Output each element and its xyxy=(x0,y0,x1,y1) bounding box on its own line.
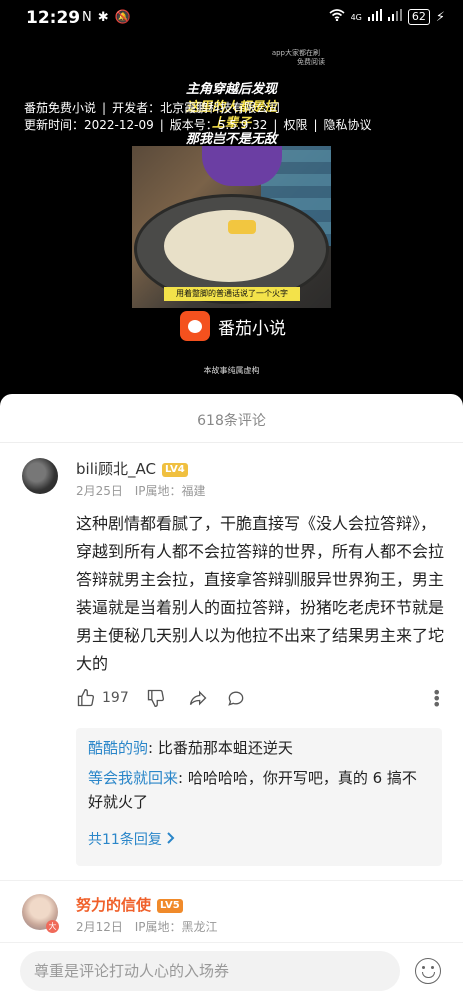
reply-button[interactable] xyxy=(226,688,246,708)
signal-icon xyxy=(367,9,382,25)
thumbs-up-icon xyxy=(77,688,95,707)
comment-meta: 2月12日 IP属地：黑龙江 xyxy=(76,918,218,935)
view-more-replies-link[interactable]: 共11条回复 xyxy=(88,828,176,852)
egg xyxy=(228,220,256,234)
status-bar: 12:29 N ✱ 🔕 4G 62 ⚡ xyxy=(0,0,463,36)
wifi-icon xyxy=(329,9,345,25)
status-right-icons: 4G 62 ⚡ xyxy=(329,9,445,25)
comment-input-bar: 尊重是评论打动人心的入场券 xyxy=(0,942,463,1000)
permissions-link[interactable]: 权限 xyxy=(283,118,307,132)
level-badge: LV5 xyxy=(157,899,183,913)
more-options-icon[interactable]: • • • xyxy=(432,685,441,713)
network-type: 4G xyxy=(350,12,362,22)
comments-count-title: 618条评论 xyxy=(197,413,266,429)
comment-bubble-icon xyxy=(228,691,244,706)
like-button[interactable]: 197 xyxy=(76,688,129,708)
reply-author[interactable]: 酷酷的驹 xyxy=(88,739,148,757)
thumbs-down-icon xyxy=(147,689,165,708)
reply-item[interactable]: 酷酷的驹: 比番茄那本蛆还逆天 xyxy=(88,736,430,760)
brand-disclaimer: 本故事纯属虚构 xyxy=(203,366,260,375)
watermark-text-2: 免费阅读 xyxy=(297,58,325,66)
privacy-link[interactable]: 隐私协议 xyxy=(324,118,372,132)
avatar[interactable] xyxy=(22,458,58,494)
video-player[interactable]: app大家都在刷 免费阅读 主角穿越后发现 这里的人都是拉 上辈子 那我岂不是无… xyxy=(0,36,463,394)
brand-name: 番茄小说 xyxy=(218,318,286,339)
app-developer: 开发者：北京霞鹏科技有限公司 xyxy=(112,101,281,115)
comment-date: 2月12日 xyxy=(76,920,123,934)
bluetooth-icon: ✱ xyxy=(97,10,109,25)
reply-item[interactable]: 等会我就回来: 哈哈哈哈，你开写吧，真的 6 搞不好就火了 xyxy=(88,766,430,814)
video-frame-image xyxy=(132,146,331,308)
comment-ip: IP属地：黑龙江 xyxy=(134,920,218,934)
chevron-right-icon xyxy=(166,832,176,848)
charging-icon: ⚡ xyxy=(435,9,445,25)
nfc-icon: N xyxy=(82,10,92,25)
video-subtitle: 用着蹩脚的普通话说了一个火字 xyxy=(164,287,300,301)
comment-body[interactable]: 这种剧情都看腻了，干脆直接写《没人会拉答辩》，穿越到所有人都不会拉答辩的世界，所… xyxy=(76,510,446,678)
signal-icon-2 xyxy=(387,9,402,25)
cook-sleeve xyxy=(202,146,282,186)
comment-ip: IP属地：福建 xyxy=(134,484,206,498)
comment-input[interactable]: 尊重是评论打动人心的入场券 xyxy=(20,951,400,991)
fanqie-logo-icon xyxy=(180,311,210,341)
replies-box: 酷酷的驹: 比番茄那本蛆还逆天 等会我就回来: 哈哈哈哈，你开写吧，真的 6 搞… xyxy=(76,728,442,866)
divider xyxy=(0,880,463,881)
app-info-overlay: 番茄免费小说 | 开发者：北京霞鹏科技有限公司 更新时间：2022-12-09 | 版本… xyxy=(24,101,372,132)
reply-text: 比番茄那本蛆还逆天 xyxy=(157,739,293,757)
comment-date: 2月25日 xyxy=(76,484,123,498)
video-caption: 主角穿越后发现 xyxy=(185,82,277,97)
comment-author[interactable]: bili顾北_AC LV4 xyxy=(76,458,188,479)
status-left-icons: N ✱ 🔕 xyxy=(82,10,131,25)
comment-author[interactable]: 努力的信使 LV5 xyxy=(76,894,183,915)
status-time: 12:29 xyxy=(26,8,81,28)
comment-actions: 197 • • • xyxy=(76,685,446,714)
level-badge: LV4 xyxy=(162,463,188,477)
emoji-icon[interactable] xyxy=(415,958,441,984)
dislike-button[interactable] xyxy=(146,688,166,708)
share-icon xyxy=(189,690,207,706)
mute-icon: 🔕 xyxy=(114,10,131,25)
divider xyxy=(0,442,463,443)
app-name: 番茄免费小说 xyxy=(24,101,97,115)
share-button[interactable] xyxy=(188,688,208,708)
battery-icon: 62 xyxy=(407,9,430,25)
vip-badge: 大 xyxy=(46,920,59,933)
comment-meta: 2月25日 IP属地：福建 xyxy=(76,482,206,499)
comments-sheet: 618条评论 bili顾北_AC LV4 2月25日 IP属地：福建 这种剧情都看… xyxy=(0,394,463,1000)
reply-author[interactable]: 等会我就回来 xyxy=(88,769,178,787)
app-updated: 更新时间：2022-12-09 xyxy=(24,118,154,132)
app-version: 版本号：5.5.9.32 xyxy=(169,118,268,132)
like-count: 197 xyxy=(102,690,129,706)
brand-logo-group: 番茄小说 xyxy=(180,311,286,341)
